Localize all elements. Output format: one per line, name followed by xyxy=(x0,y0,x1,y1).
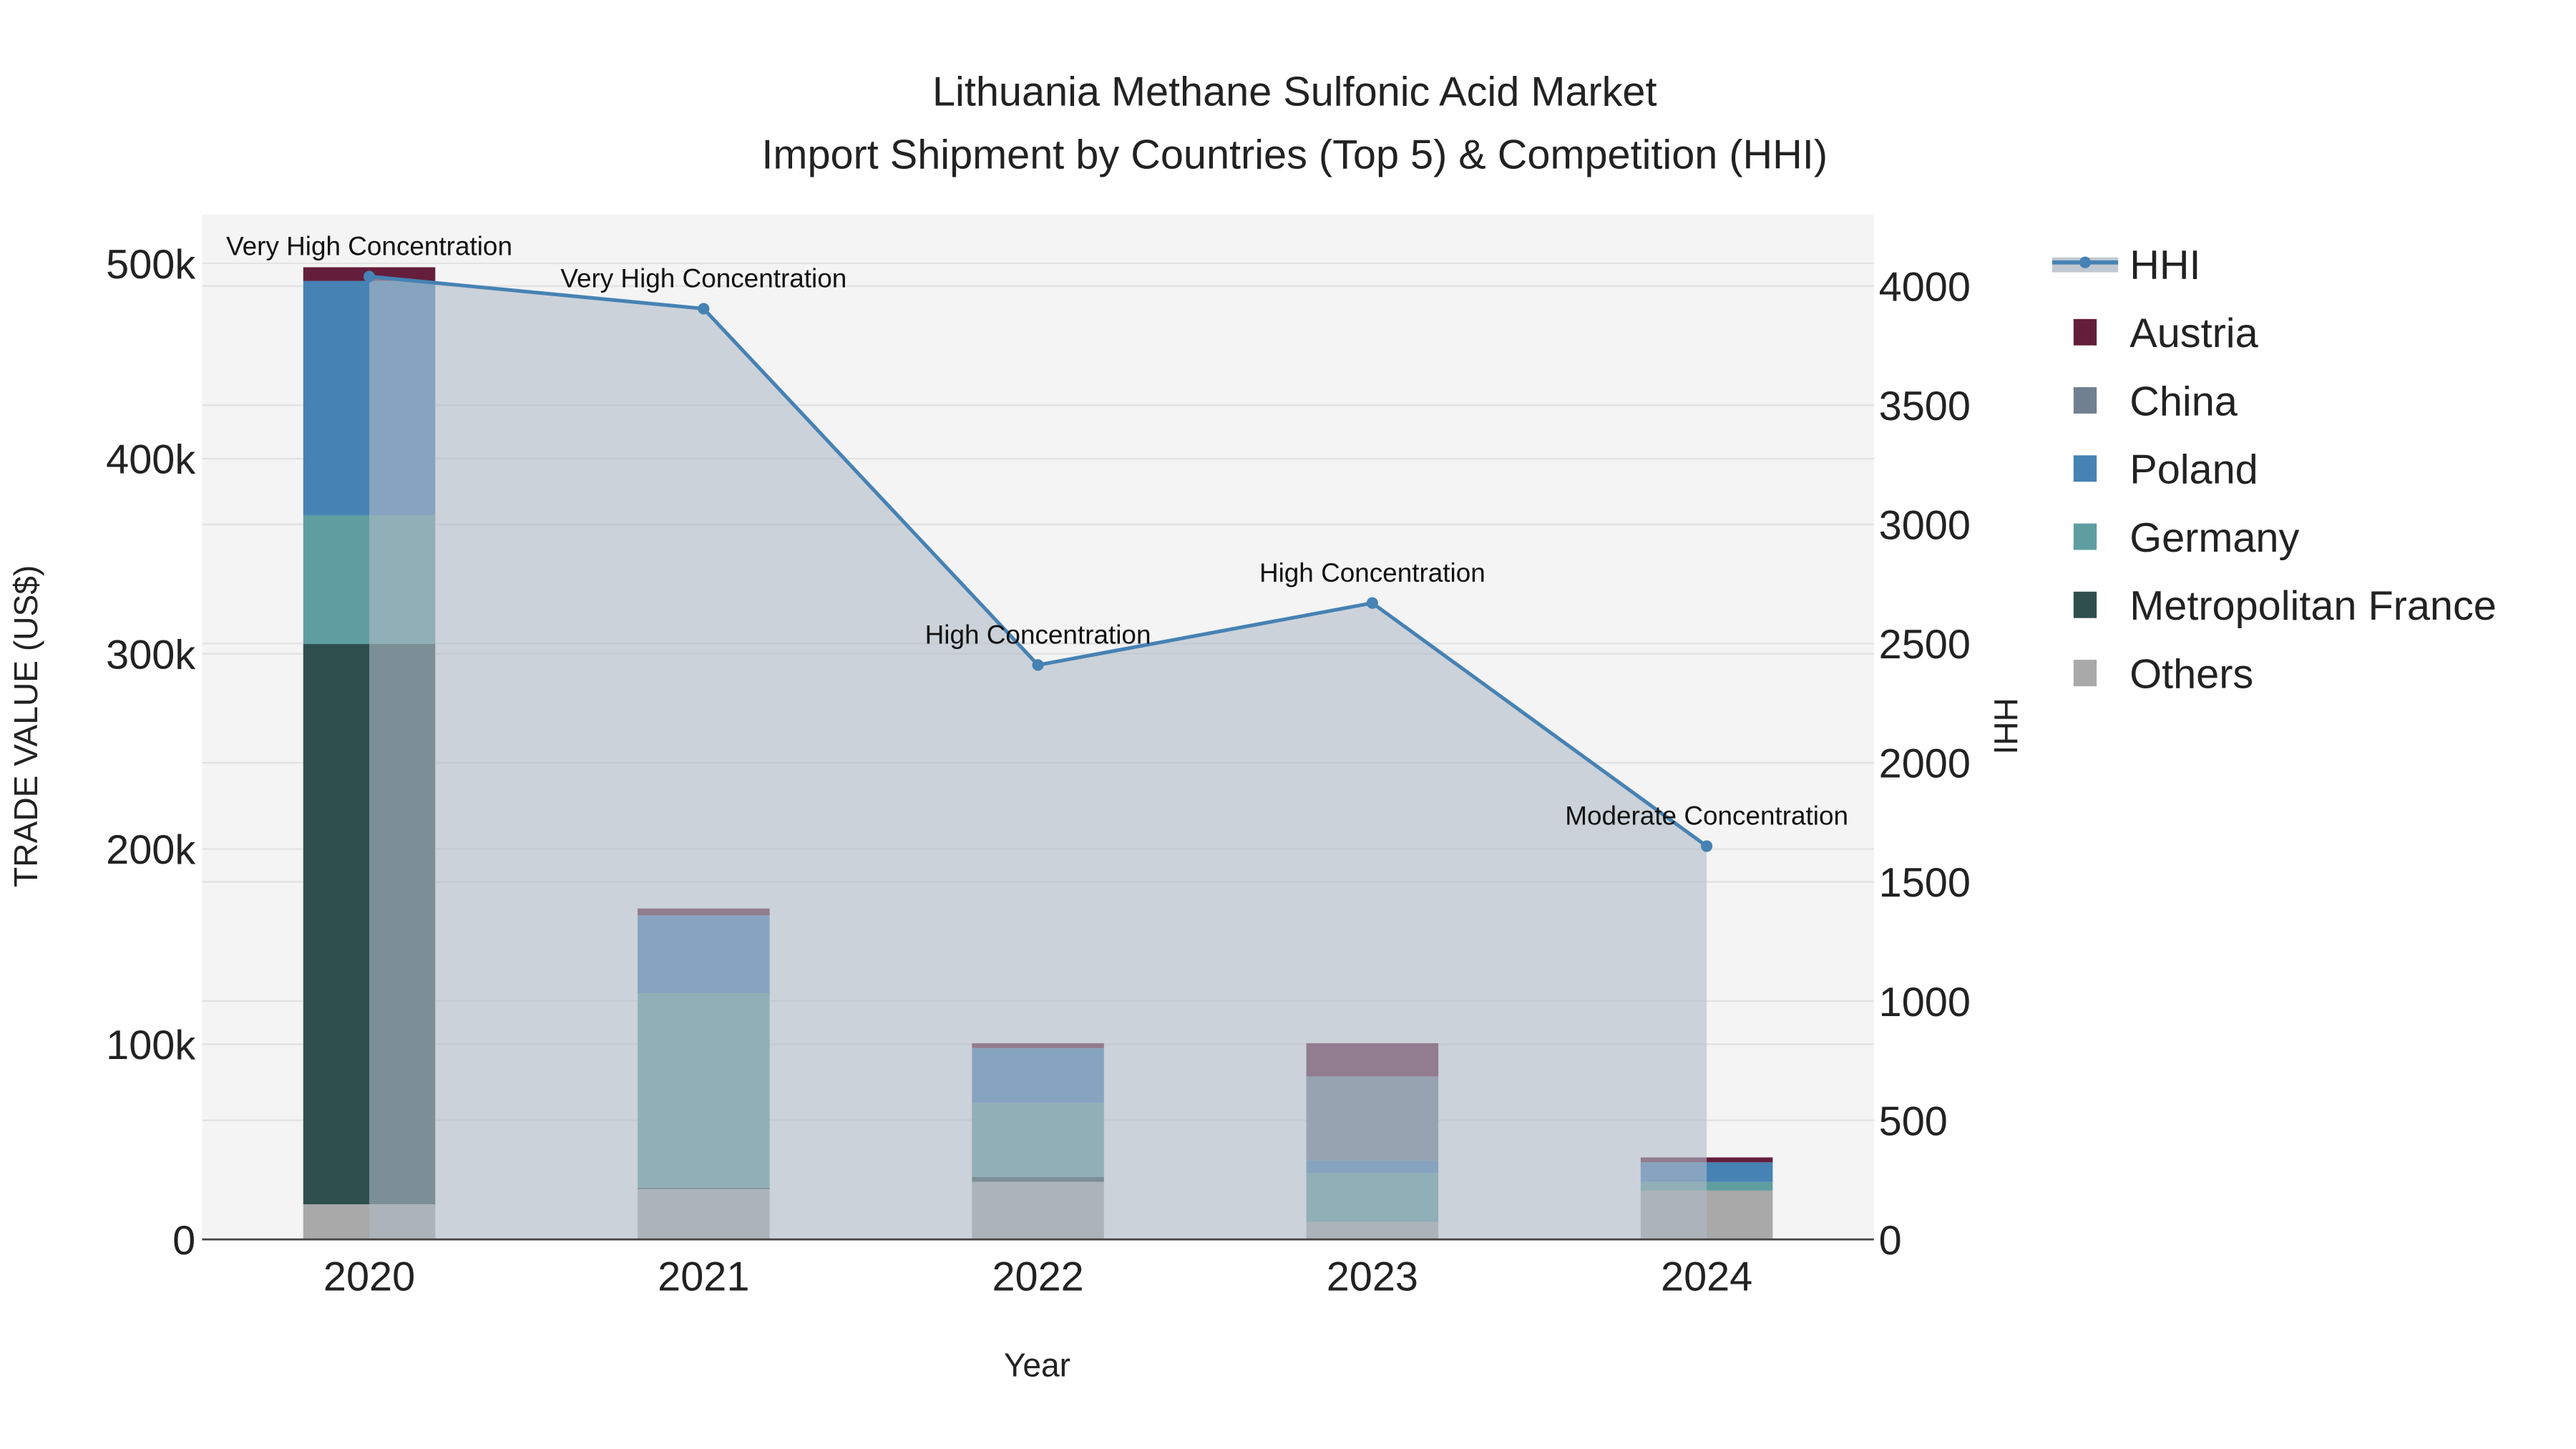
x-tick-label: 2023 xyxy=(1327,1254,1418,1300)
y-tick-label: 300k xyxy=(106,632,195,678)
y2-axis-label: HHI xyxy=(1987,698,2024,754)
x-tick-label: 2020 xyxy=(323,1254,415,1300)
y-tick-label: 100k xyxy=(106,1023,195,1068)
y-tick-label: 0 xyxy=(172,1218,195,1264)
legend-hhi-marker xyxy=(2079,256,2092,268)
legend-swatch-austria xyxy=(2073,318,2097,346)
y-tick-label: 500k xyxy=(106,242,195,288)
hhi-annotation: Very High Concentration xyxy=(226,231,512,260)
legend-swatch-others xyxy=(2073,660,2097,686)
chart: Lithuania Methane Sulfonic Acid Market I… xyxy=(7,69,2497,1384)
legend-swatch-germany xyxy=(2073,523,2097,550)
y-axis-label: TRADE VALUE (US$) xyxy=(7,565,44,887)
y-tick-label: 400k xyxy=(106,437,195,483)
y2-tick-label: 3000 xyxy=(1879,503,1971,549)
x-tick-label: 2024 xyxy=(1661,1254,1752,1300)
y2-axis-ticks: 0 500 1000 1500 2000 2500 3000 3500 4000 xyxy=(1879,265,1971,1264)
x-tick-label: 2021 xyxy=(658,1254,749,1300)
legend-label: Germany xyxy=(2129,515,2299,561)
legend-label: Others xyxy=(2129,651,2253,697)
y-axis-ticks: 0 100k 200k 300k 400k 500k xyxy=(106,242,195,1264)
hhi-annotation: Very High Concentration xyxy=(560,263,847,293)
y2-tick-label: 1500 xyxy=(1879,860,1971,906)
hhi-annotation: High Concentration xyxy=(925,620,1151,649)
hhi-point xyxy=(698,303,710,315)
hhi-point xyxy=(1032,659,1044,671)
hhi-annotation: Moderate Concentration xyxy=(1565,801,1848,831)
chart-title-line2: Import Shipment by Countries (Top 5) & C… xyxy=(761,132,1828,177)
y2-tick-label: 4000 xyxy=(1879,265,1971,311)
legend: HHI Austria China Poland Germany Metropolitan… xyxy=(2051,243,2497,697)
legend-label: China xyxy=(2129,379,2238,424)
legend-label: Austria xyxy=(2129,311,2258,356)
y2-tick-label: 1000 xyxy=(1879,980,1971,1025)
hhi-point xyxy=(1701,840,1713,852)
legend-label: HHI xyxy=(2129,243,2200,288)
hhi-annotation: High Concentration xyxy=(1259,558,1485,587)
y2-tick-label: 2500 xyxy=(1879,622,1971,668)
legend-label: Metropolitan France xyxy=(2129,583,2497,629)
x-axis-ticks: 2020 2021 2022 2023 2024 xyxy=(323,1254,1752,1300)
legend-swatch-poland xyxy=(2073,455,2097,482)
hhi-point xyxy=(363,270,376,283)
x-axis-label: Year xyxy=(1004,1347,1070,1384)
y2-tick-label: 3500 xyxy=(1879,384,1971,429)
hhi-point xyxy=(1366,597,1378,609)
x-tick-label: 2022 xyxy=(992,1254,1083,1300)
y2-tick-label: 500 xyxy=(1879,1098,1948,1144)
y2-tick-label: 2000 xyxy=(1879,741,1971,787)
y-tick-label: 200k xyxy=(106,827,195,873)
legend-swatch-metropolitan-france xyxy=(2073,591,2097,618)
y2-tick-label: 0 xyxy=(1879,1218,1902,1264)
legend-label: Poland xyxy=(2129,447,2258,493)
chart-title-line1: Lithuania Methane Sulfonic Acid Market xyxy=(932,69,1657,115)
legend-swatch-china xyxy=(2073,387,2097,414)
